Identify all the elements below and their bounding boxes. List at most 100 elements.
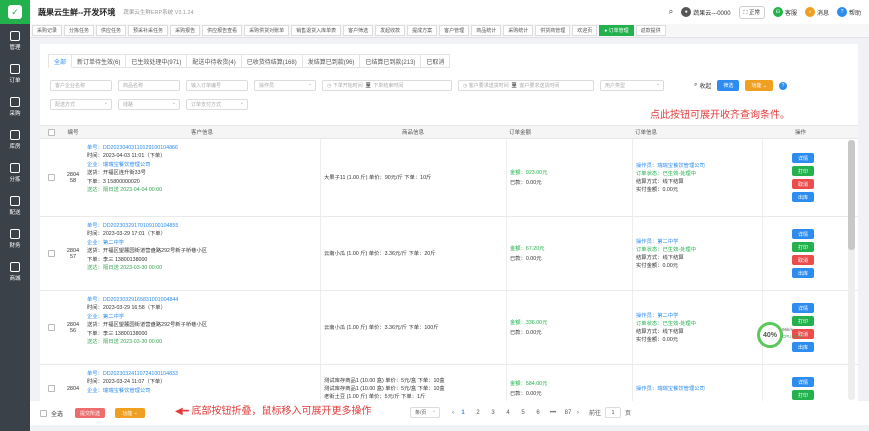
sidebar-item-4[interactable]: 分拣 bbox=[0, 156, 30, 189]
payment-method-select[interactable]: 订单支付方式 bbox=[186, 99, 248, 110]
row-checkbox[interactable] bbox=[47, 250, 55, 257]
prev-page-icon[interactable]: ‹ bbox=[452, 410, 454, 416]
submit-selected-button[interactable]: 提交所选 bbox=[75, 408, 106, 418]
next-page-icon[interactable]: › bbox=[577, 410, 579, 416]
page-tab[interactable]: 供应报告查看 bbox=[202, 25, 243, 36]
page-tab[interactable]: 客户管理 bbox=[439, 25, 470, 36]
action-button-2[interactable]: 取消 bbox=[792, 179, 814, 189]
select-all-checkbox[interactable] bbox=[47, 128, 55, 136]
gear-icon bbox=[10, 30, 20, 41]
page-tab[interactable]: ● 订单管理 bbox=[599, 25, 634, 36]
page-number[interactable]: 6 bbox=[533, 410, 543, 416]
order-time-range[interactable]: ◷ 下单开始时间 至 下单结束时间 bbox=[322, 80, 452, 91]
action-button-1[interactable]: 打印 bbox=[792, 390, 814, 400]
page-tab[interactable]: 采购报告 bbox=[170, 25, 201, 36]
sidebar-item-6[interactable]: 财务 bbox=[0, 222, 30, 255]
page-number[interactable]: 1 bbox=[458, 410, 468, 416]
page-tab[interactable]: 商品统计 bbox=[471, 25, 502, 36]
page-size-select[interactable]: 条/页 bbox=[410, 407, 440, 418]
goods-info: 大果子11 (1.00 斤) 单价：90元/斤 下单：10斤 bbox=[320, 139, 506, 216]
customer-filter[interactable]: 客户企业名称 bbox=[50, 80, 112, 91]
page-tab[interactable]: 采购记录 bbox=[32, 25, 63, 36]
status-tab[interactable]: 新订单待生效(6) bbox=[72, 54, 127, 68]
page-number[interactable]: 5 bbox=[518, 410, 528, 416]
select-all-bottom-checkbox[interactable] bbox=[40, 409, 47, 417]
action-button-3[interactable]: 出库 bbox=[792, 342, 814, 352]
help-icon[interactable]: ? bbox=[779, 81, 788, 90]
sidebar-item-3[interactable]: 库房 bbox=[0, 123, 30, 156]
page-number[interactable]: 4 bbox=[503, 410, 513, 416]
page-tab[interactable]: 返款提供 bbox=[635, 25, 666, 36]
delivery-time-range[interactable]: ◷ 客户要求送货时间 至 客户要求送货时间 bbox=[458, 80, 594, 91]
action-button-0[interactable]: 详情 bbox=[792, 377, 814, 387]
customer-addr: 送货：开福区望麓园街道营盘路292号新子桥巷小区 bbox=[87, 322, 208, 329]
delivery-method-select[interactable]: 配送方式 bbox=[50, 99, 112, 110]
scrollbar-thumb[interactable] bbox=[848, 140, 855, 250]
search-icon[interactable]: ⌕ bbox=[669, 7, 673, 17]
sidebar-item-label: 订单 bbox=[9, 77, 21, 84]
help-button[interactable]: ? 帮助 bbox=[836, 7, 861, 17]
page-tab[interactable]: 供货商管理 bbox=[535, 25, 571, 36]
order-real: 实付金额：0.00元 bbox=[636, 186, 679, 193]
page-number[interactable]: ••• bbox=[548, 410, 558, 416]
action-button-3[interactable]: 出库 bbox=[792, 192, 814, 202]
order-op: 操作员：瑞瑞宝餐饮管理公司 bbox=[636, 385, 705, 392]
action-button-2[interactable]: 取消 bbox=[792, 255, 814, 265]
row-checkbox[interactable] bbox=[47, 174, 55, 181]
row-checkbox[interactable] bbox=[47, 324, 55, 331]
more-button[interactable]: 功能 ⌄ bbox=[745, 80, 774, 91]
status-tab[interactable]: 全部 bbox=[48, 54, 73, 68]
sidebar-item-1[interactable]: 订单 bbox=[0, 57, 30, 90]
page-tab[interactable]: 客户筛选 bbox=[343, 25, 374, 36]
page-number[interactable]: 3 bbox=[488, 410, 498, 416]
action-button-0[interactable]: 详情 bbox=[792, 303, 814, 313]
table-row: 2804 57 单号：DD20230329170109100104855 时间：20… bbox=[40, 217, 858, 291]
customer-tel: 下单：3 15800000020 bbox=[87, 178, 140, 185]
goods-filter[interactable]: 商品名称 bbox=[118, 80, 180, 91]
page-tab[interactable]: 采购统计 bbox=[503, 25, 534, 36]
route-select[interactable]: 线路 bbox=[118, 99, 180, 110]
page-tab[interactable]: 分拣任务 bbox=[64, 25, 95, 36]
service-button[interactable]: ☊ 客服 bbox=[772, 7, 797, 17]
page-number[interactable]: 87 bbox=[563, 410, 573, 416]
row-checkbox[interactable] bbox=[47, 385, 55, 392]
collapse-button[interactable]: ⌕ 收起 bbox=[694, 81, 711, 90]
order-settle: 结算方式：线下结算 bbox=[636, 178, 684, 185]
function-button[interactable]: 功能 ⌄ bbox=[115, 408, 146, 418]
page-tab[interactable]: 欢迎页 bbox=[572, 25, 598, 36]
page-tab[interactable]: 供应任务 bbox=[96, 25, 127, 36]
action-button-1[interactable]: 打印 bbox=[792, 316, 814, 326]
page-number[interactable]: 2 bbox=[473, 410, 483, 416]
page-tab[interactable]: 提成方案 bbox=[407, 25, 438, 36]
sidebar-item-0[interactable]: 管理 bbox=[0, 24, 30, 57]
order-no-filter[interactable]: 输入订单编号 bbox=[186, 80, 248, 91]
user-menu[interactable]: ● 蔬果云---0000 bbox=[681, 7, 731, 17]
page-jump-input[interactable]: 1 bbox=[605, 407, 622, 418]
status-tab[interactable]: 已取消 bbox=[421, 54, 451, 68]
page-tab[interactable]: 销售退货入库单表 bbox=[291, 25, 342, 36]
action-button-3[interactable]: 出库 bbox=[792, 268, 814, 278]
status-tab[interactable]: 已收货待结算(168) bbox=[241, 54, 303, 68]
action-button-0[interactable]: 详情 bbox=[792, 229, 814, 239]
fullscreen-button[interactable]: ⛶ 正常 bbox=[738, 5, 765, 19]
action-button-1[interactable]: 打印 bbox=[792, 166, 814, 176]
user-type-select[interactable]: 用户类型 bbox=[600, 80, 664, 91]
status-tab[interactable]: 配送中待收货(4) bbox=[187, 54, 242, 68]
sidebar-item-7[interactable]: 商城 bbox=[0, 255, 30, 288]
sidebar-item-5[interactable]: 配送 bbox=[0, 189, 30, 222]
operator-select[interactable]: 操作员 bbox=[254, 80, 316, 91]
page-tab[interactable]: 预采补采任务 bbox=[128, 25, 169, 36]
action-button-0[interactable]: 详情 bbox=[792, 153, 814, 163]
status-tab[interactable]: 已生效处理中(971) bbox=[126, 54, 188, 68]
sidebar-item-2[interactable]: 采购 bbox=[0, 90, 30, 123]
page-tab[interactable]: 采购供货对账单 bbox=[244, 25, 290, 36]
status-tab[interactable]: 已结算已到款(213) bbox=[360, 54, 422, 68]
page-tab[interactable]: 发起收款 bbox=[375, 25, 406, 36]
search-button[interactable]: 筛选 bbox=[717, 80, 740, 91]
action-button-1[interactable]: 打印 bbox=[792, 242, 814, 252]
order-settle: 结算方式：线下结算 bbox=[636, 254, 684, 261]
table-scrollbar[interactable] bbox=[848, 140, 855, 400]
message-button[interactable]: ♪ 消息 bbox=[804, 7, 829, 17]
status-tab[interactable]: 发结算已到款(96) bbox=[302, 54, 361, 68]
customer-time: 时间：2023-03-29 17:01（下单） bbox=[87, 231, 166, 238]
